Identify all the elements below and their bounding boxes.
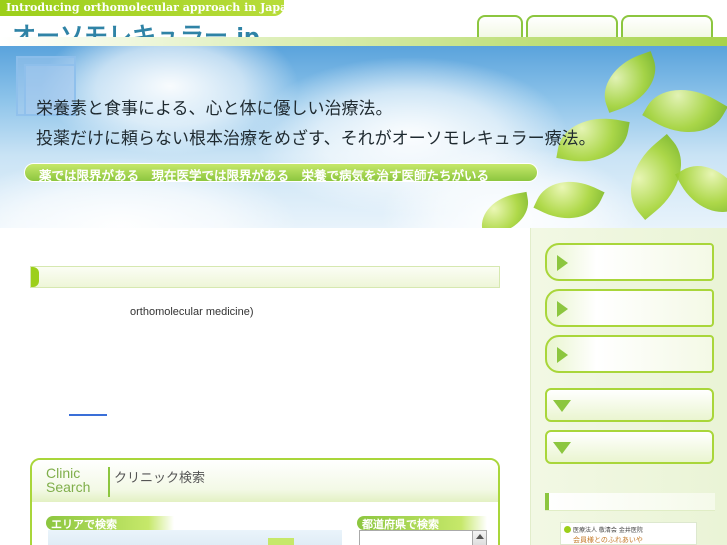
top-nav-tab-3[interactable] bbox=[621, 15, 713, 39]
clinic-logo-icon bbox=[564, 526, 571, 533]
sidebar-subheading-accent bbox=[545, 493, 549, 510]
prefecture-select[interactable] bbox=[359, 530, 487, 545]
section-heading-accent bbox=[31, 267, 39, 287]
hero-line-2: 投薬だけに頼らない根本治療をめざす、それがオーソモレキュラー療法。 bbox=[36, 129, 596, 149]
prefecture-search-label-bar: 都道府県で検索 bbox=[357, 516, 487, 531]
section-heading-bar bbox=[30, 266, 500, 288]
arrow-down-icon bbox=[553, 400, 571, 412]
intro-link[interactable] bbox=[69, 412, 107, 416]
tagline-bar: Introducing orthomolecular approach in J… bbox=[0, 0, 295, 16]
clinic-title-divider bbox=[108, 467, 110, 497]
banner-text-1: 医療法人 敬清会 金井医院 bbox=[573, 527, 643, 534]
clinic-search-panel: Clinic Search クリニック検索 エリアで検索 都道府県で検索 bbox=[30, 458, 500, 545]
sidebar-nav-item-2[interactable] bbox=[545, 289, 714, 327]
clinic-search-title-jp: クリニック検索 bbox=[114, 471, 206, 486]
select-scroll-up-icon[interactable] bbox=[472, 531, 486, 545]
area-map[interactable] bbox=[48, 530, 342, 545]
header-divider bbox=[0, 37, 727, 46]
hero-message-text: 薬では限界がある 現在医学では限界がある 栄養で病気を治す医師たちがいる bbox=[39, 168, 490, 183]
site-tagline: Introducing orthomolecular approach in J… bbox=[6, 1, 296, 14]
arrow-right-icon bbox=[557, 255, 568, 271]
clinic-title-line1: Clinic bbox=[46, 465, 81, 481]
sidebar-nav-item-3[interactable] bbox=[545, 335, 714, 373]
arrow-right-icon bbox=[557, 347, 568, 363]
clinic-search-title-en: Clinic Search bbox=[46, 466, 106, 494]
top-nav-tab-1[interactable] bbox=[477, 15, 523, 39]
area-map-arrow bbox=[268, 538, 294, 545]
hero-banner: 栄養素と食事による、心と体に優しい治療法。 投薬だけに頼らない根本治療をめざす、… bbox=[0, 46, 727, 228]
sidebar-nav-item-4[interactable] bbox=[545, 388, 714, 422]
top-nav-tab-2[interactable] bbox=[526, 15, 618, 39]
leaf-decoration bbox=[642, 71, 727, 151]
sidebar-subheading-bar bbox=[545, 493, 715, 511]
sidebar-banner[interactable]: 医療法人 敬清会 金井医院 会員様とのふれあいや bbox=[560, 522, 697, 545]
banner-text-2: 会員様とのふれあいや bbox=[573, 536, 643, 544]
arrow-down-icon bbox=[553, 442, 571, 454]
area-search-label-bar: エリアで検索 bbox=[46, 516, 174, 531]
clinic-search-header: Clinic Search クリニック検索 bbox=[32, 460, 498, 502]
hero-line-1: 栄養素と食事による、心と体に優しい治療法。 bbox=[36, 99, 393, 119]
leaf-decoration bbox=[675, 151, 727, 227]
sidebar-nav-item-1[interactable] bbox=[545, 243, 714, 281]
hero-message-bar: 薬では限界がある 現在医学では限界がある 栄養で病気を治す医師たちがいる bbox=[24, 163, 538, 183]
intro-text: orthomolecular medicine) bbox=[130, 306, 254, 318]
sidebar-nav-item-5[interactable] bbox=[545, 430, 714, 464]
clinic-title-line2: Search bbox=[46, 479, 91, 495]
arrow-right-icon bbox=[557, 301, 568, 317]
